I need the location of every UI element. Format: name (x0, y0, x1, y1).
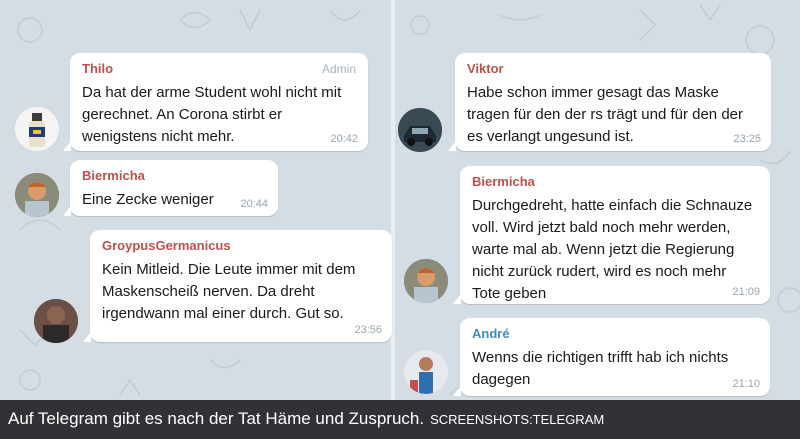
message-text: Durchgedreht, hatte einfach die Schnauze… (472, 197, 753, 302)
beer-bottle-icon (29, 113, 45, 147)
message-time: 21:10 (732, 378, 760, 390)
avatar-biermicha[interactable] (404, 259, 448, 303)
caption-credit: SCREENSHOTS:TELEGRAM (430, 412, 605, 427)
message-bubble[interactable]: Biermicha Eine Zecke weniger 20:44 (63, 160, 278, 216)
message-text: Wenns die richtigen trifft hab ich nicht… (472, 349, 729, 388)
message-bubble[interactable]: André Wenns die richtigen trifft hab ich… (453, 318, 770, 396)
message-sender[interactable]: Biermicha (472, 174, 758, 189)
person-photo-icon (15, 173, 59, 217)
message-text: Habe schon immer gesagt das Maske tragen… (467, 84, 743, 145)
message-sender[interactable]: Thilo (82, 61, 356, 76)
message-time: 23:25 (733, 133, 761, 145)
message-text: Eine Zecke weniger (82, 191, 214, 208)
message-time: 21:09 (732, 286, 760, 298)
message-time: 23:56 (354, 324, 382, 336)
person-photo-icon (34, 299, 78, 343)
avatar-thilo[interactable] (15, 107, 59, 151)
message-text: Kein Mitleid. Die Leute immer mit dem Ma… (102, 261, 356, 322)
person-photo-icon (404, 350, 448, 394)
message-bubble[interactable]: Thilo Admin Da hat der arme Student wohl… (63, 53, 368, 151)
message-bubble[interactable]: GroypusGermanicus Kein Mitleid. Die Leut… (83, 230, 392, 342)
message-sender[interactable]: André (472, 326, 758, 341)
image-caption: Auf Telegram gibt es nach der Tat Häme u… (0, 400, 800, 439)
message-time: 20:42 (330, 133, 358, 145)
person-photo-icon (404, 259, 448, 303)
message-bubble[interactable]: Viktor Habe schon immer gesagt das Maske… (448, 53, 771, 151)
avatar-andre[interactable] (404, 350, 448, 394)
message-sender[interactable]: Biermicha (82, 168, 266, 183)
message-text: Da hat der arme Student wohl nicht mit g… (82, 84, 342, 145)
message-time: 20:44 (240, 198, 268, 210)
avatar-biermicha[interactable] (15, 173, 59, 217)
caption-line: Auf Telegram gibt es nach der Tat Häme u… (8, 409, 604, 429)
message-sender[interactable]: GroypusGermanicus (102, 238, 380, 253)
caption-text: Auf Telegram gibt es nach der Tat Häme u… (8, 409, 425, 428)
panel-divider (391, 0, 395, 400)
message-sender[interactable]: Viktor (467, 61, 759, 76)
avatar-groypusgermanicus[interactable] (34, 299, 78, 343)
avatar-viktor[interactable] (398, 108, 442, 152)
screenshot-collage: Thilo Admin Da hat der arme Student wohl… (0, 0, 800, 439)
message-bubble[interactable]: Biermicha Durchgedreht, hatte einfach di… (453, 166, 770, 304)
admin-badge: Admin (321, 62, 356, 76)
car-photo-icon (398, 108, 442, 152)
